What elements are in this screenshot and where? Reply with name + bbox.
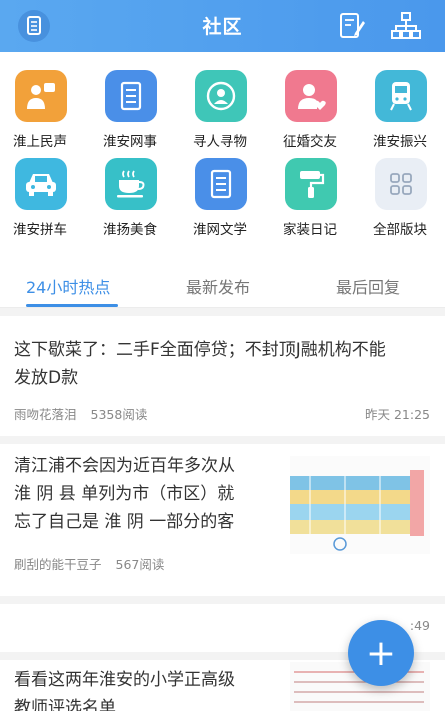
hierarchy-icon [391, 12, 421, 39]
category-label: 淮扬美食 [103, 222, 157, 238]
speaker-person-icon [15, 70, 67, 122]
post-title-line3: 忘了自己是 淮 阴 一部分的客 [14, 512, 235, 532]
post-meta: 雨吻花落泪 5358阅读 [14, 404, 161, 423]
post-time: :49 [409, 618, 430, 633]
category-label: 征婚交友 [283, 134, 337, 150]
tab-last-reply[interactable]: 最后回复 [336, 274, 400, 298]
post-title-line2: 淮 阴 县 单列为市（市区）就 [14, 484, 235, 504]
paint-roller-icon [285, 158, 337, 210]
category-huaian-wangshi[interactable]: 淮安网事 [90, 64, 170, 152]
list-clipboard-icon [105, 70, 157, 122]
category-huaiyang-meishi[interactable]: 淮扬美食 [90, 152, 170, 240]
heart-person-icon [285, 70, 337, 122]
car-icon [15, 158, 67, 210]
plus-icon: + [365, 632, 397, 674]
category-huaiwang-wenxue[interactable]: 淮网文学 [180, 152, 260, 240]
page-title: 社区 [202, 16, 243, 38]
tab-latest[interactable]: 最新发布 [186, 274, 250, 298]
post-item[interactable]: 这下歇菜了：二手F全面停贷；不封顶J融机构不能 发放D款 雨吻花落泪 5358阅读… [0, 316, 445, 436]
post-title: 清江浦不会因为近百年多次从 [14, 456, 235, 476]
person-circle-icon [195, 70, 247, 122]
divider [0, 436, 445, 444]
category-label: 淮安拼车 [13, 222, 67, 238]
community-page: 社区 淮上民声 淮安网事 寻人寻物 征婚交友 淮安振兴 淮安拼车 淮扬美食 淮网… [0, 0, 445, 711]
compose-button[interactable] [334, 8, 370, 44]
document-list-icon [195, 158, 247, 210]
category-label: 淮上民声 [13, 134, 67, 150]
post-reads: 567阅读 [115, 557, 165, 572]
category-label: 淮网文学 [193, 222, 247, 238]
category-jiazhuang-riji[interactable]: 家装日记 [270, 152, 350, 240]
divider [0, 308, 445, 316]
post-thumbnail [290, 456, 430, 554]
feed-tabs: 24小时热点 最新发布 最后回复 [0, 262, 445, 308]
post-item[interactable]: 清江浦不会因为近百年多次从 淮 阴 县 单列为市（市区）就 忘了自己是 淮 阴 … [0, 444, 445, 594]
category-row: 淮安拼车 淮扬美食 淮网文学 家装日记 全部版块 [0, 152, 445, 240]
tab-24h-hot[interactable]: 24小时热点 [26, 274, 110, 298]
category-huaian-pinche[interactable]: 淮安拼车 [0, 152, 80, 240]
category-label: 淮安网事 [103, 134, 157, 150]
train-icon [375, 70, 427, 122]
post-meta: 刷刮的能干豆子 567阅读 [14, 554, 178, 573]
new-post-fab[interactable]: + [348, 620, 414, 686]
coffee-cup-icon [105, 158, 157, 210]
category-row: 淮上民声 淮安网事 寻人寻物 征婚交友 淮安振兴 [0, 64, 445, 152]
post-title: 这下歇菜了：二手F全面停贷；不封顶J融机构不能 [14, 340, 386, 360]
map-thumbnail-image [290, 456, 430, 554]
category-xunren-xunwu[interactable]: 寻人寻物 [180, 64, 260, 152]
board-structure-button[interactable] [388, 8, 424, 44]
category-grid: 淮上民声 淮安网事 寻人寻物 征婚交友 淮安振兴 淮安拼车 淮扬美食 淮网文学 … [0, 64, 445, 240]
category-label: 寻人寻物 [193, 134, 247, 150]
category-zhenghun-jiaoyou[interactable]: 征婚交友 [270, 64, 350, 152]
post-title-line2: 教师评选名单 [14, 698, 116, 711]
category-label: 家装日记 [283, 222, 337, 238]
post-author: 刷刮的能干豆子 [14, 557, 102, 572]
top-bar: 社区 [0, 0, 445, 52]
post-title-line2: 发放D款 [14, 368, 79, 388]
category-label: 淮安振兴 [373, 134, 427, 150]
edit-note-icon [340, 13, 365, 38]
category-label: 全部版块 [373, 222, 427, 238]
category-huaian-zhenxing[interactable]: 淮安振兴 [360, 64, 440, 152]
category-all-boards[interactable]: 全部版块 [360, 152, 440, 240]
category-huaishang-minsheng[interactable]: 淮上民声 [0, 64, 80, 152]
post-title: 看看这两年淮安的小学正高级 [14, 670, 235, 690]
post-author: 雨吻花落泪 [14, 407, 77, 422]
divider [0, 596, 445, 604]
grid-icon [375, 158, 427, 210]
post-time: 昨天 21:25 [365, 407, 430, 422]
active-tab-indicator [26, 304, 118, 307]
post-reads: 5358阅读 [90, 407, 148, 422]
